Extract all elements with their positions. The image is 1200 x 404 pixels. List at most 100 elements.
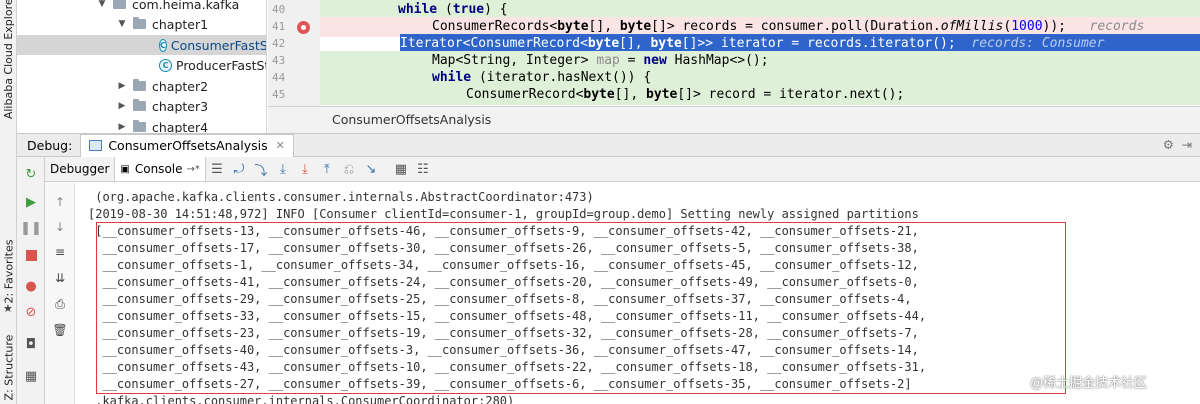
resume-icon[interactable]: ▶: [22, 193, 40, 211]
hide-icon[interactable]: ⇥: [1182, 137, 1192, 152]
settings-icon[interactable]: ⚙: [1163, 137, 1174, 152]
folder-icon: [133, 120, 146, 132]
debugger-tab[interactable]: Debugger: [45, 157, 116, 181]
code-line-45: ConsumerRecord<byte[], byte[]> record = …: [320, 85, 1200, 105]
show-execution-point-icon[interactable]: ⤾: [228, 158, 250, 180]
stop-icon[interactable]: [22, 246, 40, 264]
code-token: []> record = iterator.next();: [677, 87, 905, 102]
mute-breakpoints-icon[interactable]: ⊘: [22, 303, 40, 321]
editor-breadcrumb: ConsumerOffsetsAnalysis: [268, 106, 1200, 133]
code-token: ConsumerRecord<: [466, 87, 584, 102]
folder-icon: [133, 99, 146, 111]
inline-debug-hint: records: Consumer: [971, 36, 1105, 51]
debug-session-tab[interactable]: ConsumerOffsetsAnalysis ✕: [80, 133, 294, 157]
step-into-icon[interactable]: ⤓: [272, 158, 294, 180]
class-icon: C: [159, 58, 172, 72]
run-to-cursor-icon[interactable]: ↘: [360, 158, 382, 180]
tree-folder-label: chapter1: [152, 16, 209, 32]
tree-folder-chapter4[interactable]: ▶ chapter4: [117, 117, 209, 134]
console-tab-label: Console: [134, 162, 183, 176]
step-over-icon[interactable]: ⤵: [250, 158, 272, 180]
line-number: 41: [272, 20, 286, 33]
camera-icon[interactable]: ◘: [22, 335, 40, 353]
code-token: map: [596, 53, 620, 68]
line-number: 40: [272, 3, 286, 16]
tree-folder-label: chapter2: [152, 78, 209, 94]
view-breakpoints-icon[interactable]: ●: [22, 277, 40, 295]
code-editor[interactable]: while (true) { ConsumerRecords<byte[], b…: [320, 0, 1200, 106]
code-token: while: [432, 70, 472, 85]
pause-icon[interactable]: ❚❚: [20, 219, 42, 237]
layout-icon[interactable]: ▦: [22, 367, 40, 385]
debug-label: Debug:: [27, 137, 73, 153]
project-tree: ▼ com.heima.kafka ▼ chapter1 C ConsumerF…: [17, 0, 267, 133]
close-icon[interactable]: ✕: [276, 139, 285, 152]
code-token: byte: [619, 19, 652, 34]
tree-file-label: ConsumerFastSt: [170, 37, 267, 53]
tree-file-consumer[interactable]: C ConsumerFastSt: [17, 35, 266, 55]
code-token: byte: [587, 36, 620, 51]
code-token: ConsumerRecords<: [432, 19, 558, 34]
code-token: []> records = consumer.poll(Duration.: [651, 19, 941, 34]
code-token: [],: [588, 19, 620, 34]
editor-breadcrumb-label: ConsumerOffsetsAnalysis: [332, 112, 492, 127]
menu-icon[interactable]: ☰: [206, 158, 228, 180]
print-icon[interactable]: ⎙: [51, 295, 69, 313]
code-token: ));: [1042, 19, 1067, 34]
class-icon: C: [159, 38, 167, 52]
soft-wrap-icon[interactable]: ≡: [51, 243, 69, 261]
evaluate-expression-icon[interactable]: ▦: [390, 158, 412, 180]
chevron-right-icon[interactable]: ▶: [117, 122, 127, 132]
inline-debug-hint: records: [1089, 19, 1145, 34]
up-arrow-icon[interactable]: ↑: [51, 193, 69, 211]
code-token: []>> iterator = records.iterator();: [681, 36, 956, 51]
star-icon: ★: [3, 302, 13, 315]
tree-package[interactable]: ▼ com.heima.kafka: [97, 0, 239, 14]
step-out-icon[interactable]: ⤒: [316, 158, 338, 180]
code-token: =: [619, 53, 644, 68]
trash-icon[interactable]: 🗑: [51, 321, 69, 339]
rerun-icon[interactable]: ↻: [22, 165, 40, 183]
code-token: [],: [619, 36, 651, 51]
tree-folder-chapter1[interactable]: ▼ chapter1: [117, 14, 209, 34]
tree-folder-chapter2[interactable]: ▶ chapter2: [117, 76, 209, 96]
code-token: [],: [614, 87, 647, 102]
tree-folder-label: chapter4: [152, 119, 209, 134]
tree-folder-label: chapter3: [152, 98, 209, 114]
chevron-down-icon[interactable]: ▼: [117, 19, 127, 29]
code-token: Iterator<ConsumerRecord<: [400, 36, 588, 51]
drop-frame-icon[interactable]: ⎌: [338, 158, 360, 180]
line-number: 43: [272, 54, 286, 67]
chevron-right-icon[interactable]: ▶: [117, 101, 127, 111]
console-line: [2019-08-30 14:51:48,972] INFO [Consumer…: [88, 207, 919, 221]
trace-icon[interactable]: ☷: [412, 158, 434, 180]
cloud-explorer-label: Alibaba Cloud Explorer: [2, 0, 16, 119]
console-line: .kafka.clients.consumer.internals.Consum…: [88, 394, 515, 404]
code-token: while: [398, 2, 438, 17]
run-config-icon: [89, 140, 103, 151]
debug-session-label: ConsumerOffsetsAnalysis: [108, 138, 268, 153]
tree-folder-chapter3[interactable]: ▶ chapter3: [117, 96, 209, 116]
scroll-to-end-icon[interactable]: ⇊: [51, 269, 69, 287]
cloud-explorer-tab[interactable]: Alibaba Cloud Explorer: [0, 0, 17, 119]
console-tab[interactable]: ▣ Console →*: [115, 157, 206, 181]
force-step-into-icon[interactable]: ⤓: [294, 158, 316, 180]
favorites-label: 2: Favorites: [2, 239, 16, 303]
line-number: 45: [272, 88, 286, 101]
down-arrow-icon[interactable]: ↓: [51, 218, 69, 236]
code-token: Map<String, Integer>: [432, 53, 597, 68]
editor-gutter[interactable]: 40 41 42 43 44 45: [268, 0, 320, 106]
favorites-tab[interactable]: 2: Favorites: [0, 236, 17, 306]
structure-tab[interactable]: Z: Structure: [0, 330, 17, 404]
debug-toolbar: Debugger ▣ Console →* ☰ ⤾ ⤵ ⤓ ⤓ ⤒ ⎌ ↘ ▦ …: [45, 157, 1200, 182]
code-token: (: [437, 2, 453, 17]
folder-icon: [133, 17, 146, 29]
watermark-text: @稀土掘金技术社区: [1030, 376, 1148, 391]
tree-file-producer[interactable]: C ProducerFastSta: [159, 55, 266, 75]
code-token: new: [643, 53, 667, 68]
code-token: byte: [583, 87, 615, 102]
debugger-tab-label: Debugger: [50, 162, 110, 176]
chevron-right-icon[interactable]: ▶: [117, 81, 127, 91]
chevron-down-icon[interactable]: ▼: [97, 0, 107, 9]
breakpoint-icon[interactable]: [297, 21, 310, 34]
